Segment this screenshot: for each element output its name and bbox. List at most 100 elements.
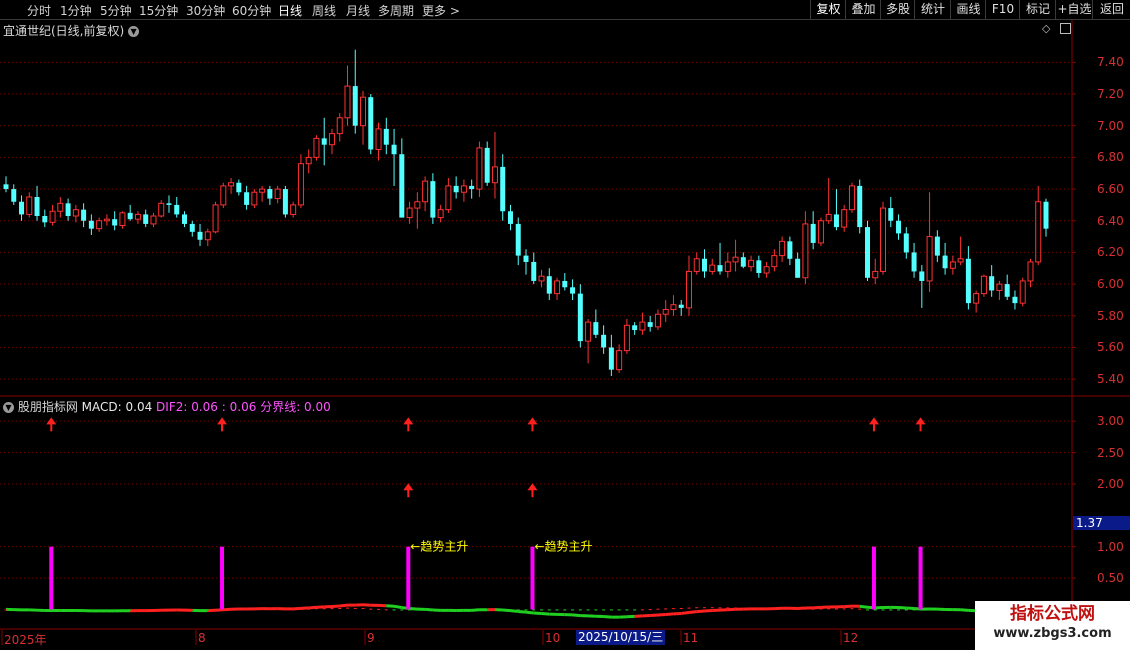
macd-bar — [144, 609, 148, 611]
macd-bar — [198, 609, 202, 611]
candle-body-down — [352, 86, 358, 126]
toolbar-item-5[interactable]: 60分钟 — [232, 2, 271, 19]
macd-bar — [214, 609, 218, 611]
toolbar-right-2[interactable]: 多股 — [880, 0, 915, 19]
macd-bar — [51, 609, 55, 611]
toolbar-item-6[interactable]: 日线 — [278, 2, 302, 19]
indicator-tick-label: 2.00 — [1097, 476, 1124, 491]
macd-bar — [532, 609, 536, 611]
indicator-chevron-icon[interactable]: ▼ — [3, 402, 14, 413]
candle-body-down — [500, 166, 506, 212]
macd-bar — [726, 607, 730, 609]
candle-body-up — [616, 350, 623, 371]
toolbar-right-1[interactable]: 叠加 — [845, 0, 881, 19]
toolbar-item-1[interactable]: 1分钟 — [60, 2, 92, 19]
date-label: 12 — [843, 631, 859, 645]
toolbar-item-2[interactable]: 5分钟 — [100, 2, 132, 19]
macd-bar — [718, 607, 722, 609]
toolbar-right-6[interactable]: 标记 — [1019, 0, 1056, 19]
macd-bar — [353, 607, 357, 609]
macd-bar — [935, 609, 939, 611]
dif-segment — [510, 609, 519, 613]
toolbar-right-3[interactable]: 统计 — [914, 0, 951, 19]
candle-body-up — [771, 255, 778, 268]
diamond-icon[interactable]: ◇ — [1042, 22, 1050, 35]
macd-bar — [524, 609, 528, 611]
macd-bar — [842, 608, 846, 610]
macd-bar — [175, 609, 179, 611]
candle-body-down — [810, 223, 816, 243]
toolbar-right-4[interactable]: 画线 — [950, 0, 986, 19]
chevron-down-icon[interactable]: ▼ — [128, 26, 140, 37]
macd-bar — [128, 609, 132, 611]
macd-bar — [881, 609, 885, 611]
toolbar-right-5[interactable]: F10 — [985, 0, 1020, 19]
macd-bar — [462, 609, 466, 611]
panel-toggle-icon[interactable] — [1060, 23, 1071, 34]
dif-segment — [696, 609, 705, 614]
macd-bar — [415, 609, 419, 611]
price-tick-label: 5.60 — [1097, 340, 1124, 355]
candle-body-up — [980, 275, 987, 295]
macd-bar — [951, 609, 955, 611]
dif-segment — [518, 609, 527, 614]
candle-body-down — [647, 322, 653, 327]
toolbar-item-8[interactable]: 月线 — [346, 2, 370, 19]
macd-bar — [12, 609, 16, 611]
macd-bar — [245, 608, 249, 610]
macd-bar — [361, 607, 365, 609]
toolbar-item-3[interactable]: 15分钟 — [139, 2, 178, 19]
chart-canvas[interactable]: ←趋势主升 ←趋势主升 — [0, 0, 1130, 650]
macd-bar — [408, 609, 412, 611]
candle-body-down — [965, 258, 971, 304]
price-tick-label: 6.00 — [1097, 277, 1124, 292]
grid-lines — [0, 20, 1130, 650]
dif-segment — [293, 606, 302, 611]
macd-bar — [834, 608, 838, 610]
candle-body-up — [926, 236, 933, 282]
period-toolbar: 分时 1分钟 5分钟 15分钟 30分钟 60分钟 日线 周线 月线 多周期 更多 > 复权 叠加 多股统… — [0, 0, 1130, 20]
toolbar-right-7[interactable]: +自选 — [1055, 0, 1093, 19]
macd-bar — [741, 607, 745, 609]
candle-body-down — [717, 265, 723, 272]
candle-body-down — [267, 189, 273, 199]
candle-body-up — [724, 261, 731, 272]
macd-bar — [633, 609, 637, 611]
stock-title: 宜通世纪(日线,前复权) ▼ — [3, 22, 140, 39]
macd-bar — [485, 609, 489, 611]
toolbar-right-8[interactable]: 返回 — [1092, 0, 1130, 19]
macd-bar — [431, 609, 435, 611]
dif-segment — [859, 604, 868, 609]
dif-segment — [688, 610, 697, 615]
candle-body-down — [942, 255, 948, 269]
candle-body-up — [748, 259, 755, 268]
candle-body-down — [577, 293, 583, 342]
candle-body-down — [903, 233, 909, 253]
date-label: 2025年 — [4, 633, 47, 647]
macd-bar — [345, 607, 349, 609]
candle-body-down — [430, 181, 436, 218]
dif-segment — [572, 613, 581, 618]
macd-bar — [757, 608, 761, 610]
macd-bar — [423, 609, 427, 611]
macd-bar — [20, 609, 24, 611]
candle-body-up — [1019, 280, 1026, 304]
macd-bar — [602, 609, 606, 611]
toolbar-item-9[interactable]: 多周期 — [378, 2, 414, 19]
macd-bar — [392, 609, 396, 611]
toolbar-item-10[interactable]: 更多 > — [422, 2, 460, 19]
candle-body-down — [632, 325, 638, 331]
toolbar-item-7[interactable]: 周线 — [312, 2, 336, 19]
price-tick-label: 5.40 — [1097, 372, 1124, 387]
candle-body-up — [57, 202, 64, 212]
candle-body-down — [182, 214, 188, 224]
toolbar-right-0[interactable]: 复权 — [810, 0, 846, 19]
macd-bar — [873, 609, 877, 611]
indicator-name: 股朋指标网 — [17, 400, 78, 414]
macd-bar — [136, 609, 140, 611]
candle-body-up — [336, 117, 343, 135]
candle-body-down — [34, 196, 40, 216]
candle-body-up — [375, 128, 382, 150]
toolbar-item-0[interactable]: 分时 — [27, 2, 51, 19]
toolbar-item-4[interactable]: 30分钟 — [186, 2, 225, 19]
